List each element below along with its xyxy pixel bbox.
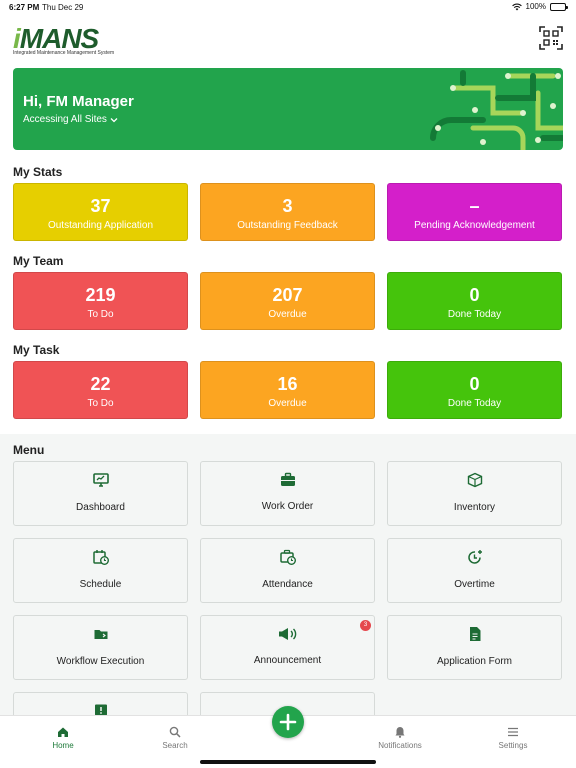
task-value: 16: [277, 374, 298, 394]
dashboard-icon: [92, 473, 109, 487]
menu-icon: [508, 727, 518, 737]
briefcase-icon: [280, 472, 295, 486]
wifi-icon: [511, 3, 522, 10]
box-icon: [467, 472, 482, 488]
stat-label: Outstanding Application: [47, 220, 154, 231]
megaphone-icon: [278, 628, 296, 640]
task-card-to-do[interactable]: 22 To Do: [13, 361, 188, 419]
status-time: 6:27 PM: [9, 3, 40, 12]
tab-notifications[interactable]: Notifications: [360, 726, 440, 750]
tab-label: Notifications: [378, 741, 422, 750]
status-bar: 6:27 PM Thu Dec 29 100%: [0, 0, 576, 14]
folder-icon: [94, 630, 107, 639]
team-label: To Do: [87, 309, 114, 320]
app-logo: iMANS Integrated Maintenance Management …: [13, 23, 123, 59]
app-header: iMANS Integrated Maintenance Management …: [0, 18, 576, 62]
stat-value: 37: [90, 196, 111, 216]
team-value: 0: [469, 285, 480, 305]
qr-scan-button[interactable]: [539, 26, 563, 50]
greeting-text: Hi, FM Manager: [23, 93, 134, 110]
greeting-banner: Hi, FM Manager Accessing All Sites: [13, 68, 563, 150]
menu-item-schedule[interactable]: Schedule: [13, 538, 188, 603]
tab-settings[interactable]: Settings: [473, 726, 553, 750]
menu-label: Overtime: [454, 579, 495, 590]
section-title-menu: Menu: [13, 443, 45, 457]
task-label: Overdue: [268, 398, 307, 409]
stat-label: Pending Acknowledgement: [414, 220, 535, 231]
menu-label: Inventory: [453, 502, 496, 513]
tab-home[interactable]: Home: [23, 726, 103, 750]
home-icon: [58, 727, 68, 737]
notification-badge: 3: [360, 620, 371, 631]
briefcase-clock-icon: [279, 549, 296, 565]
menu-label: Announcement: [253, 655, 322, 666]
stat-card-pending-acknowledgement[interactable]: – Pending Acknowledgement: [387, 183, 562, 241]
section-title-task: My Task: [13, 343, 60, 357]
team-value: 219: [85, 285, 116, 305]
team-card-overdue[interactable]: 207 Overdue: [200, 272, 375, 330]
team-label: Overdue: [268, 309, 307, 320]
chevron-down-icon: [110, 117, 118, 122]
logo-tagline: Integrated Maintenance Management System: [13, 50, 115, 56]
stat-card-outstanding-feedback[interactable]: 3 Outstanding Feedback: [200, 183, 375, 241]
menu-label: Application Form: [436, 656, 513, 667]
menu-label: Workflow Execution: [56, 656, 145, 667]
section-title-team: My Team: [13, 254, 64, 268]
menu-item-workflow-execution[interactable]: Workflow Execution: [13, 615, 188, 680]
plus-icon: [279, 713, 297, 731]
menu-item-work-order[interactable]: Work Order: [200, 461, 375, 526]
menu-item-inventory[interactable]: Inventory: [387, 461, 562, 526]
team-label: Done Today: [447, 309, 502, 320]
status-date: Thu Dec 29: [42, 3, 84, 12]
task-label: Done Today: [447, 398, 502, 409]
stat-value: 3: [282, 196, 293, 216]
team-card-done-today[interactable]: 0 Done Today: [387, 272, 562, 330]
clock-plus-icon: [467, 550, 482, 564]
tab-search[interactable]: Search: [135, 726, 215, 750]
team-value: 207: [272, 285, 303, 305]
menu-item-overtime[interactable]: Overtime: [387, 538, 562, 603]
menu-label: Attendance: [262, 579, 313, 590]
tab-label: Home: [52, 741, 74, 750]
add-button[interactable]: [272, 706, 304, 738]
document-icon: [469, 627, 480, 641]
team-card-to-do[interactable]: 219 To Do: [13, 272, 188, 330]
calendar-clock-icon: [92, 550, 109, 565]
menu-label: Work Order: [261, 501, 314, 512]
task-card-done-today[interactable]: 0 Done Today: [387, 361, 562, 419]
task-card-overdue[interactable]: 16 Overdue: [200, 361, 375, 419]
task-label: To Do: [87, 398, 114, 409]
task-value: 22: [90, 374, 111, 394]
site-selector[interactable]: Accessing All Sites: [23, 114, 118, 125]
menu-item-dashboard[interactable]: Dashboard: [13, 461, 188, 526]
menu-item-announcement[interactable]: 3 Announcement: [200, 615, 375, 680]
menu-item-attendance[interactable]: Attendance: [200, 538, 375, 603]
tab-label: Settings: [498, 741, 528, 750]
tab-label: Search: [162, 741, 188, 750]
bell-icon: [395, 727, 405, 738]
menu-label: Dashboard: [76, 502, 125, 513]
battery-percent: 100%: [525, 2, 546, 11]
task-value: 0: [469, 374, 480, 394]
qr-code-icon: [539, 26, 563, 50]
menu-item-application-form[interactable]: Application Form: [387, 615, 562, 680]
status-right: 100%: [511, 2, 568, 11]
stat-card-outstanding-application[interactable]: 37 Outstanding Application: [13, 183, 188, 241]
stat-label: Outstanding Feedback: [237, 220, 338, 231]
battery-icon: [550, 2, 568, 11]
circuit-pattern: [430, 70, 563, 150]
menu-label: Schedule: [79, 579, 122, 590]
search-icon: [169, 726, 181, 738]
home-indicator: [200, 760, 376, 764]
stat-value: –: [469, 196, 480, 216]
site-selector-label: Accessing All Sites: [23, 114, 107, 125]
section-title-stats: My Stats: [13, 165, 63, 179]
